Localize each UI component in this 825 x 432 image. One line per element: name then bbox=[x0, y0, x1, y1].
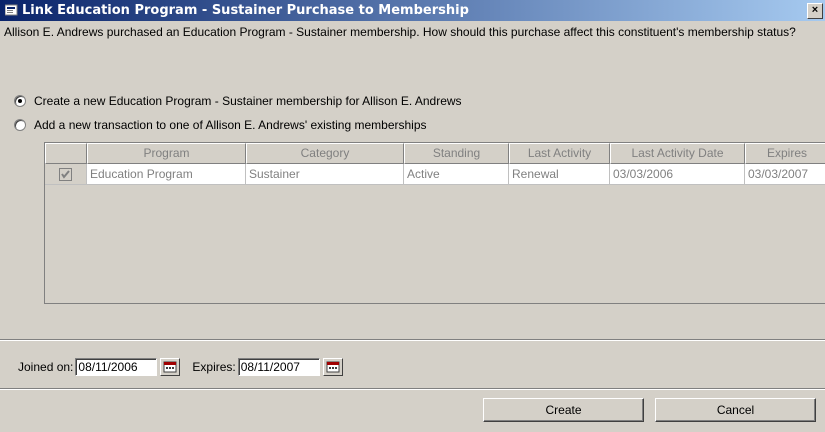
divider bbox=[0, 339, 825, 341]
close-icon[interactable]: × bbox=[807, 3, 823, 19]
cell-program: Education Program bbox=[87, 164, 246, 185]
cell-category: Sustainer bbox=[246, 164, 404, 185]
radio-create-new[interactable] bbox=[14, 95, 26, 107]
divider bbox=[0, 388, 825, 390]
window-title: Link Education Program - Sustainer Purch… bbox=[22, 3, 469, 18]
header-standing[interactable]: Standing bbox=[404, 143, 509, 164]
joined-calendar-button[interactable] bbox=[160, 358, 181, 376]
option-create-new-label[interactable]: Create a new Education Program - Sustain… bbox=[34, 94, 462, 108]
prompt-text: Allison E. Andrews purchased an Educatio… bbox=[4, 25, 796, 39]
calendar-icon bbox=[163, 361, 177, 373]
option-create-new[interactable]: Create a new Education Program - Sustain… bbox=[14, 93, 462, 109]
checkmark-icon bbox=[61, 169, 70, 179]
header-expires[interactable]: Expires bbox=[745, 143, 825, 164]
calendar-icon bbox=[326, 361, 340, 373]
header-select bbox=[45, 143, 87, 164]
create-button[interactable]: Create bbox=[483, 398, 644, 422]
expires-calendar-button[interactable] bbox=[322, 358, 343, 376]
table-row[interactable]: Education Program Sustainer Active Renew… bbox=[45, 164, 825, 185]
joined-on-label: Joined on: bbox=[18, 360, 74, 374]
expires-field[interactable]: 08/11/2007 bbox=[237, 358, 320, 376]
cancel-button[interactable]: Cancel bbox=[655, 398, 816, 422]
dates-row: Joined on: 08/11/2006 Expires: 08/11/200… bbox=[18, 356, 355, 378]
link-membership-dialog: Link Education Program - Sustainer Purch… bbox=[0, 0, 825, 432]
header-last-activity-date[interactable]: Last Activity Date bbox=[610, 143, 745, 164]
header-program[interactable]: Program bbox=[87, 143, 246, 164]
cell-standing: Active bbox=[404, 164, 509, 185]
option-add-existing[interactable]: Add a new transaction to one of Allison … bbox=[14, 117, 427, 133]
cell-last-activity-date: 03/03/2006 bbox=[610, 164, 745, 185]
cell-expires: 03/03/2007 bbox=[745, 164, 825, 185]
memberships-grid: Program Category Standing Last Activity … bbox=[44, 142, 825, 304]
grid-header: Program Category Standing Last Activity … bbox=[45, 143, 825, 164]
title-bar[interactable]: Link Education Program - Sustainer Purch… bbox=[0, 0, 825, 21]
expires-label: Expires: bbox=[192, 360, 236, 374]
joined-on-field[interactable]: 08/11/2006 bbox=[75, 358, 158, 376]
app-icon bbox=[5, 4, 18, 16]
header-category[interactable]: Category bbox=[246, 143, 404, 164]
option-add-existing-label[interactable]: Add a new transaction to one of Allison … bbox=[34, 118, 427, 132]
cell-last-activity: Renewal bbox=[509, 164, 610, 185]
radio-add-existing[interactable] bbox=[14, 119, 26, 131]
header-last-activity[interactable]: Last Activity bbox=[509, 143, 610, 164]
row-select-cell[interactable] bbox=[45, 164, 87, 185]
row-checkbox[interactable] bbox=[59, 167, 72, 181]
